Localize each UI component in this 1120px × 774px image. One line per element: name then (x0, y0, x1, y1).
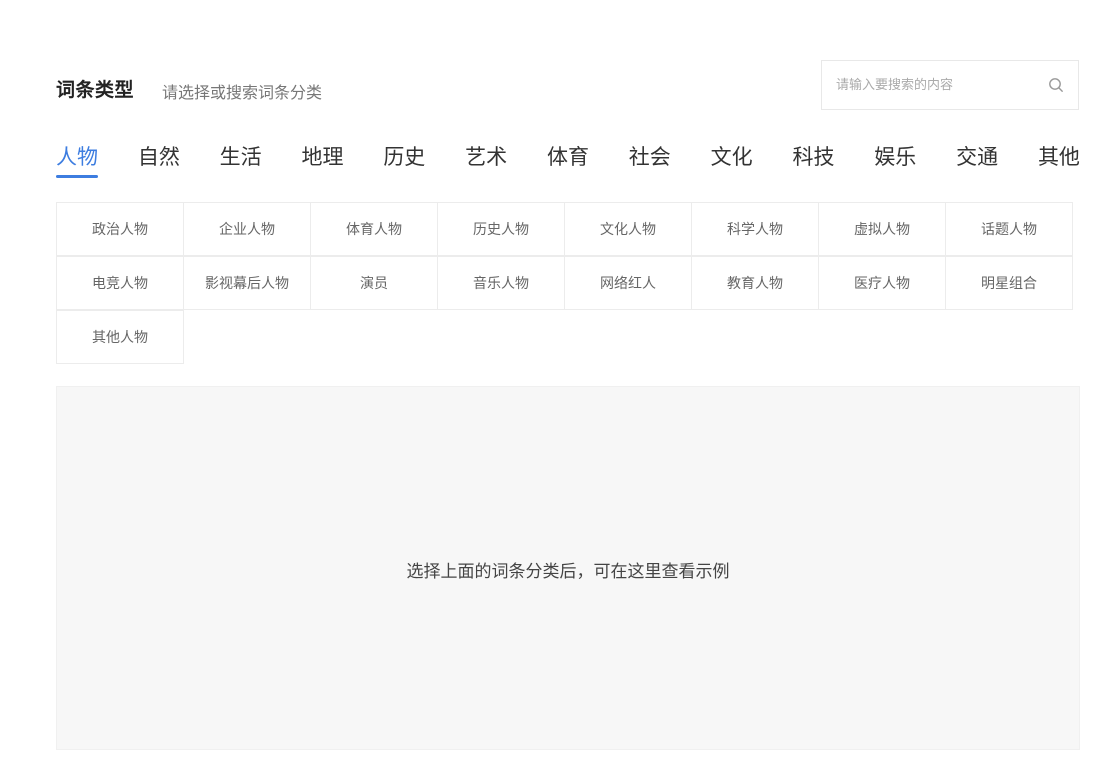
subcategory-item[interactable]: 历史人物 (437, 202, 565, 256)
tab-technology[interactable]: 科技 (792, 140, 834, 180)
tab-transportation[interactable]: 交通 (956, 140, 998, 180)
subcategory-item[interactable]: 影视幕后人物 (183, 256, 311, 310)
subcategory-item[interactable]: 其他人物 (56, 310, 184, 364)
example-hint: 选择上面的词条分类后，可在这里查看示例 (406, 561, 730, 582)
tab-society[interactable]: 社会 (629, 140, 671, 180)
tab-other[interactable]: 其他 (1038, 140, 1080, 180)
header: 词条类型 请选择或搜索词条分类 (56, 60, 1080, 112)
example-panel: 选择上面的词条分类后，可在这里查看示例 (56, 386, 1080, 750)
section-subtitle: 请选择或搜索词条分类 (162, 83, 323, 102)
search-input[interactable] (836, 61, 1036, 109)
search-icon[interactable] (1048, 77, 1064, 93)
tab-entertainment[interactable]: 娱乐 (874, 140, 916, 180)
subcategory-row: 电竞人物 影视幕后人物 演员 音乐人物 网络红人 教育人物 医疗人物 明星组合 (56, 256, 1081, 310)
subcategory-item[interactable]: 政治人物 (56, 202, 184, 256)
subcategory-row: 其他人物 (56, 310, 1081, 364)
tab-people[interactable]: 人物 (56, 140, 98, 180)
subcategory-item[interactable]: 体育人物 (310, 202, 438, 256)
subcategory-row: 政治人物 企业人物 体育人物 历史人物 文化人物 科学人物 虚拟人物 话题人物 (56, 202, 1081, 256)
subcategory-item[interactable]: 教育人物 (691, 256, 819, 310)
category-tabs: 人物 自然 生活 地理 历史 艺术 体育 社会 文化 科技 娱乐 交通 其他 (56, 140, 1080, 184)
subcategory-item[interactable]: 企业人物 (183, 202, 311, 256)
section-title: 词条类型 (56, 79, 135, 101)
tab-art[interactable]: 艺术 (465, 140, 507, 180)
subcategory-item[interactable]: 电竞人物 (56, 256, 184, 310)
tab-sports[interactable]: 体育 (547, 140, 589, 180)
subcategory-item[interactable]: 医疗人物 (818, 256, 946, 310)
subcategory-grid: 政治人物 企业人物 体育人物 历史人物 文化人物 科学人物 虚拟人物 话题人物 … (56, 202, 1081, 364)
tab-nature[interactable]: 自然 (138, 140, 180, 180)
subcategory-item[interactable]: 虚拟人物 (818, 202, 946, 256)
subcategory-item[interactable]: 明星组合 (945, 256, 1073, 310)
tab-history[interactable]: 历史 (383, 140, 425, 180)
subcategory-item[interactable]: 文化人物 (564, 202, 692, 256)
tab-geography[interactable]: 地理 (301, 140, 343, 180)
subcategory-item[interactable]: 科学人物 (691, 202, 819, 256)
subcategory-item[interactable]: 话题人物 (945, 202, 1073, 256)
search-box[interactable] (821, 60, 1079, 110)
tab-life[interactable]: 生活 (220, 140, 262, 180)
subcategory-item[interactable]: 音乐人物 (437, 256, 565, 310)
subcategory-item[interactable]: 演员 (310, 256, 438, 310)
subcategory-item[interactable]: 网络红人 (564, 256, 692, 310)
tab-culture[interactable]: 文化 (711, 140, 753, 180)
